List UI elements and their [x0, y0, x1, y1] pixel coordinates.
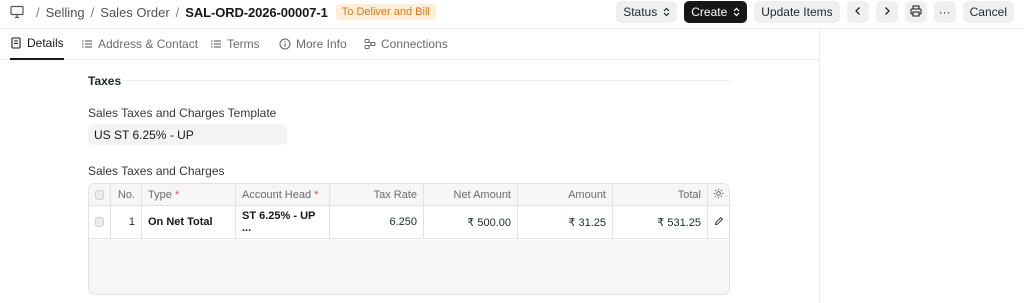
status-button[interactable]: Status [616, 1, 678, 23]
taxes-table: No. Type * Account Head * Tax Rate Net Amo… [88, 183, 730, 295]
row-net-amount[interactable]: ₹ 500.00 [424, 206, 518, 238]
create-button[interactable]: Create [684, 1, 748, 23]
settings-icon[interactable] [713, 188, 724, 202]
connections-icon [364, 38, 376, 50]
page-header: / Selling / Sales Order / SAL-ORD-2026-0… [0, 0, 1024, 24]
breadcrumb-separator: / [36, 4, 40, 20]
column-header-account-head: Account Head * [236, 184, 330, 205]
breadcrumb-sales-order[interactable]: Sales Order [100, 5, 169, 20]
breadcrumb-separator: / [175, 4, 180, 20]
breadcrumb-separator: / [90, 4, 95, 20]
row-edit-cell [708, 206, 729, 238]
row-no: 1 [111, 206, 142, 238]
more-actions-button[interactable]: ··· [933, 1, 956, 23]
status-button-label: Status [623, 5, 658, 19]
column-header-tax-rate: Tax Rate [330, 184, 424, 205]
row-checkbox[interactable] [95, 217, 104, 227]
row-account-head[interactable]: ST 6.25% - UP ... [236, 206, 330, 238]
print-button[interactable] [904, 1, 927, 23]
list-icon [210, 38, 222, 50]
desktop-icon[interactable] [10, 5, 24, 19]
row-amount[interactable]: ₹ 31.25 [518, 206, 613, 238]
table-empty-area [89, 240, 729, 294]
column-header-label: Type [148, 188, 172, 201]
row-tax-rate[interactable]: 6.250 [330, 206, 424, 238]
chevron-up-down-icon [663, 7, 670, 17]
table-row[interactable]: 1 On Net Total ST 6.25% - UP ... 6.250 ₹… [89, 206, 729, 239]
column-settings-cell [708, 184, 729, 205]
next-button[interactable] [875, 1, 898, 23]
tab-terms[interactable]: Terms [210, 28, 260, 59]
select-all-cell [89, 184, 111, 205]
template-field-label: Sales Taxes and Charges Template [88, 106, 277, 120]
chevron-up-down-icon [733, 7, 740, 17]
tab-details[interactable]: Details [10, 28, 64, 60]
tab-label: More Info [296, 36, 347, 51]
section-divider [122, 80, 730, 81]
printer-icon [910, 4, 922, 20]
row-type[interactable]: On Net Total [142, 206, 236, 238]
tab-label: Connections [381, 36, 448, 51]
breadcrumb-selling[interactable]: Selling [46, 5, 85, 20]
table-header: No. Type * Account Head * Tax Rate Net Amo… [89, 184, 729, 206]
tab-more-info[interactable]: More Info [279, 28, 347, 59]
column-header-type: Type * [142, 184, 236, 205]
required-mark: * [174, 188, 180, 201]
sidebar-divider [819, 28, 820, 303]
tax-template-input[interactable]: US ST 6.25% - UP [88, 124, 287, 145]
update-items-button[interactable]: Update Items [754, 1, 840, 23]
taxes-table-label: Sales Taxes and Charges [88, 164, 225, 178]
row-total[interactable]: ₹ 531.25 [613, 206, 708, 238]
breadcrumb: / Selling / Sales Order / SAL-ORD-2026-0… [10, 4, 436, 20]
tab-bar: Details Address & Contact Terms More Inf… [0, 28, 819, 60]
create-button-label: Create [691, 5, 728, 19]
page-title: SAL-ORD-2026-00007-1 [185, 4, 328, 20]
column-header-total: Total [613, 184, 708, 205]
row-select-cell [89, 206, 111, 238]
chevron-left-icon [853, 5, 863, 19]
tab-address-contact[interactable]: Address & Contact [81, 28, 198, 59]
column-header-amount: Amount [518, 184, 613, 205]
toolbar: Status Create Update Items ··· Cancel [616, 1, 1014, 23]
select-all-checkbox[interactable] [95, 189, 104, 200]
column-header-label: Account Head [242, 188, 312, 201]
info-icon [279, 37, 291, 50]
tab-connections[interactable]: Connections [364, 28, 448, 59]
tab-label: Address & Contact [98, 36, 199, 51]
cancel-button[interactable]: Cancel [962, 1, 1014, 23]
column-header-net-amount: Net Amount [424, 184, 518, 205]
chevron-right-icon [882, 5, 892, 19]
list-icon [81, 38, 93, 50]
required-mark: * [314, 188, 319, 201]
status-badge: To Deliver and Bill [335, 4, 436, 20]
tab-label: Details [27, 36, 64, 50]
tab-label: Terms [227, 36, 260, 51]
document-icon [10, 37, 22, 49]
previous-button[interactable] [846, 1, 869, 23]
pencil-icon[interactable] [714, 216, 724, 229]
section-title: Taxes [88, 74, 122, 88]
column-header-no: No. [111, 184, 142, 205]
